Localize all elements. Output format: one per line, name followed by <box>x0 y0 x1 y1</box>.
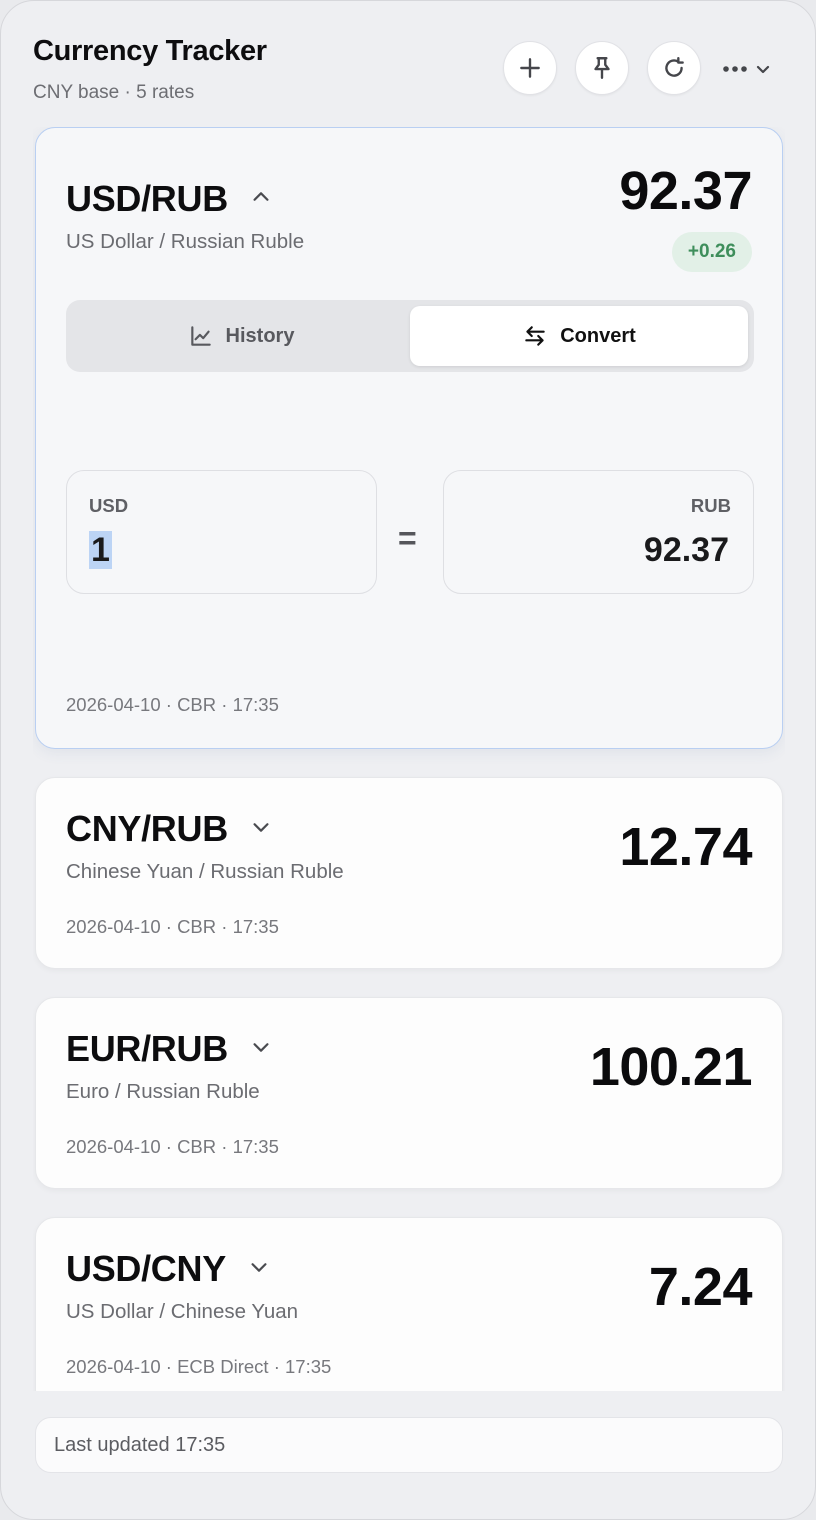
pair-row: USD/RUB <box>66 178 272 220</box>
pair-name: US Dollar / Chinese Yuan <box>66 1300 299 1323</box>
refresh-button[interactable] <box>647 41 701 95</box>
tab-convert[interactable]: Convert <box>410 306 748 366</box>
app-subtitle: CNY base · 5 rates <box>33 82 195 103</box>
to-currency-code: RUB <box>690 495 731 516</box>
pair-name: Euro / Russian Ruble <box>66 1080 260 1103</box>
more-icon <box>723 66 747 72</box>
status-footer: Last updated 17:35 <box>35 1417 783 1473</box>
chevron-up-icon <box>253 191 269 201</box>
view-segmented-control: History Convert <box>66 300 754 372</box>
equals-sign: = <box>398 520 417 556</box>
pair-row: EUR/RUB <box>66 1028 272 1070</box>
rate-value: 100.21 <box>589 1037 753 1097</box>
from-amount-input[interactable]: 1 <box>89 531 112 570</box>
rate-meta: 2026-04-10 · ECB Direct · 17:35 <box>66 1356 332 1377</box>
from-amount-value: 1 <box>89 531 112 569</box>
expand-button[interactable] <box>248 1256 270 1283</box>
rate-meta: 2026-04-10 · CBR · 17:35 <box>66 1136 279 1157</box>
to-amount-value: 92.37 <box>643 531 729 569</box>
swap-arrows-icon <box>525 326 545 346</box>
rate-meta: 2026-04-10 · CBR · 17:35 <box>66 916 279 937</box>
pair-name: US Dollar / Russian Ruble <box>66 230 305 253</box>
from-currency-code: USD <box>89 495 129 516</box>
last-updated-text: Last updated 17:35 <box>54 1433 226 1456</box>
from-amount-field[interactable]: USD 1 <box>66 470 377 594</box>
pair-name: Chinese Yuan / Russian Ruble <box>66 860 344 883</box>
change-badge: +0.26 <box>671 232 752 272</box>
expand-button[interactable] <box>250 816 272 843</box>
add-button[interactable] <box>503 41 557 95</box>
chevron-down-icon <box>251 1262 267 1272</box>
plus-icon <box>520 58 540 78</box>
tab-convert-label: Convert <box>560 324 636 347</box>
collapse-button[interactable] <box>250 186 272 213</box>
rate-card-usd-cny[interactable]: USD/CNY US Dollar / Chinese Yuan 7.24 20… <box>35 1217 783 1391</box>
pair-row: CNY/RUB <box>66 808 272 850</box>
tab-history-label: History <box>225 324 295 347</box>
to-amount-field: RUB 92.37 <box>443 470 754 594</box>
chevron-down-icon <box>253 822 269 832</box>
rate-meta: 2026-04-10 · CBR · 17:35 <box>66 694 279 715</box>
rates-list[interactable]: USD/RUB US Dollar / Russian Ruble 92.37 … <box>33 127 785 1391</box>
refresh-icon <box>665 57 684 77</box>
rate-card-cny-rub[interactable]: CNY/RUB Chinese Yuan / Russian Ruble 12.… <box>35 777 783 969</box>
chart-line-icon <box>190 326 211 346</box>
rate-value: 12.74 <box>619 817 752 877</box>
rate-card-eur-rub[interactable]: EUR/RUB Euro / Russian Ruble 100.21 2026… <box>35 997 783 1189</box>
rate-card-usd-rub[interactable]: USD/RUB US Dollar / Russian Ruble 92.37 … <box>35 127 783 749</box>
pair-code: USD/RUB <box>66 178 228 219</box>
pair-row: USD/CNY <box>66 1248 270 1290</box>
more-menu-button[interactable] <box>721 55 781 83</box>
currency-widget: Currency Tracker CNY base · 5 rates USD/… <box>0 0 816 1520</box>
tab-history[interactable]: History <box>72 306 410 366</box>
rate-value: 92.37 <box>619 161 752 221</box>
app-title: Currency Tracker <box>33 35 267 67</box>
pin-icon <box>594 57 610 79</box>
pair-code: CNY/RUB <box>66 808 228 849</box>
pair-code: EUR/RUB <box>66 1028 228 1069</box>
rate-value: 7.24 <box>648 1257 753 1317</box>
chevron-down-icon <box>253 1042 269 1052</box>
pair-code: USD/CNY <box>66 1248 226 1289</box>
pin-button[interactable] <box>575 41 629 95</box>
chevron-down-icon <box>756 65 770 74</box>
expand-button[interactable] <box>250 1036 272 1063</box>
header: Currency Tracker CNY base · 5 rates <box>33 35 267 104</box>
